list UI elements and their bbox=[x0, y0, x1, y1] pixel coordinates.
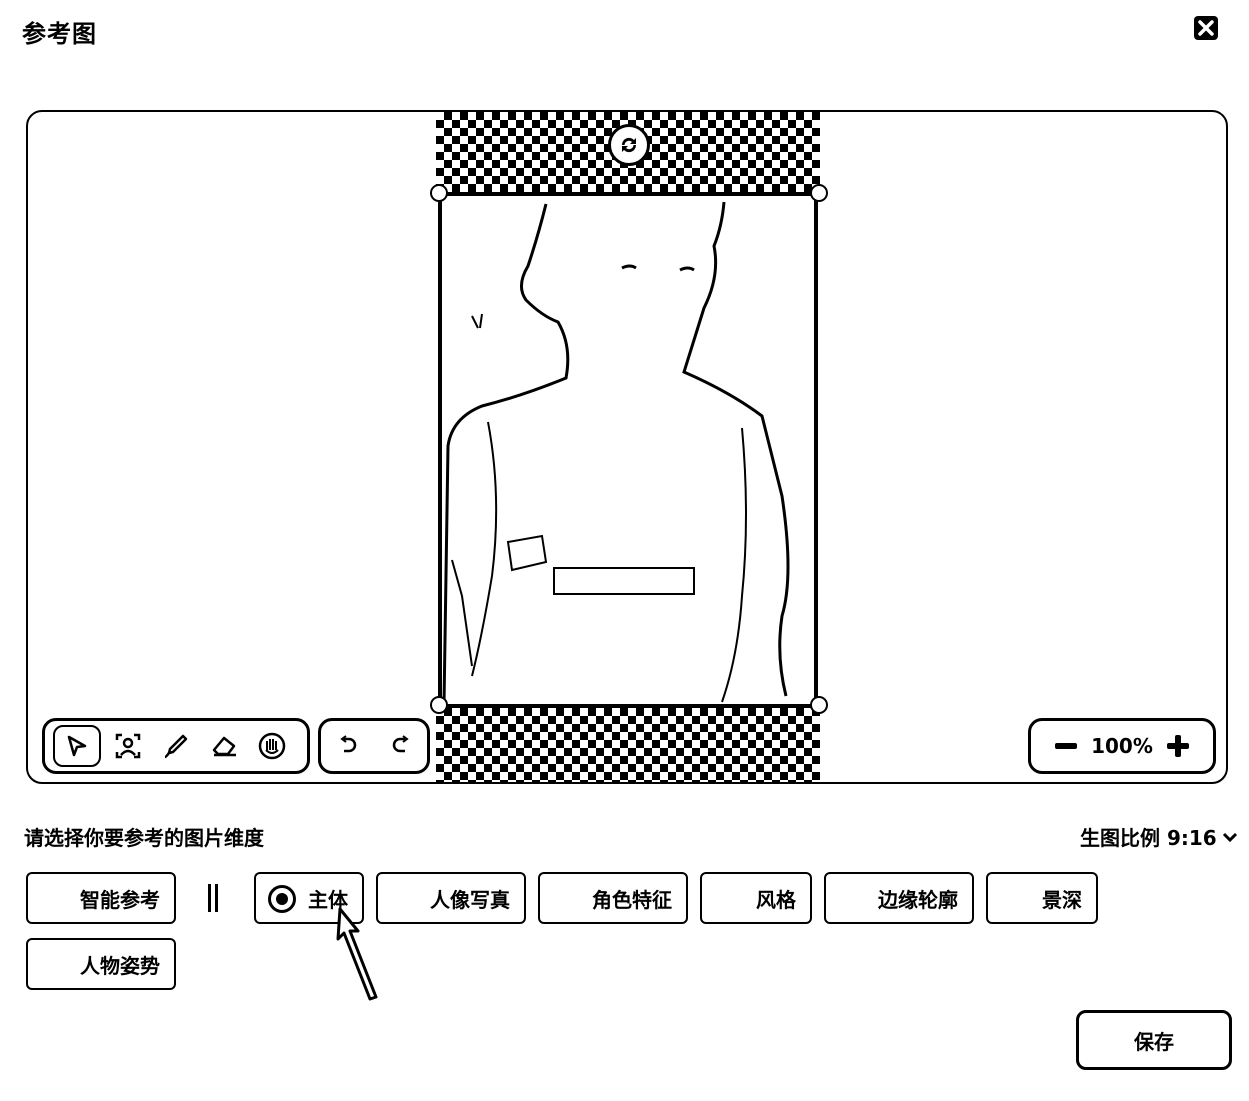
crop-handle-bottom-right[interactable] bbox=[810, 696, 828, 714]
chip-label: 边缘轮廓 bbox=[878, 887, 958, 912]
plus-icon bbox=[1166, 735, 1189, 757]
chip-depth-of-field[interactable]: 景深 bbox=[986, 872, 1098, 924]
dialog-title: 参考图 bbox=[22, 20, 97, 48]
chip-style[interactable]: 风格 bbox=[700, 872, 812, 924]
edit-toolbar bbox=[42, 718, 310, 774]
subject-select-icon bbox=[115, 733, 141, 759]
chip-character[interactable]: 角色特征 bbox=[538, 872, 688, 924]
minus-icon bbox=[1055, 743, 1077, 749]
zoom-control: 100% bbox=[1028, 718, 1216, 774]
aspect-ratio-label: 生图比例 9:16 bbox=[1080, 826, 1217, 850]
brush-tool-button[interactable] bbox=[155, 725, 197, 767]
save-button[interactable]: 保存 bbox=[1076, 1010, 1232, 1070]
crop-handle-top-left[interactable] bbox=[430, 184, 448, 202]
rotate-button[interactable] bbox=[608, 124, 650, 166]
history-toolbar bbox=[318, 718, 430, 774]
crop-handle-bottom-left[interactable] bbox=[430, 696, 448, 714]
chip-label: 人物姿势 bbox=[80, 953, 160, 978]
chip-label: 角色特征 bbox=[592, 887, 672, 912]
undo-button[interactable] bbox=[327, 725, 369, 767]
cursor-arrow-icon bbox=[336, 907, 378, 1001]
transparent-area-bottom bbox=[436, 708, 820, 782]
divider bbox=[208, 884, 218, 912]
chip-edge-outline[interactable]: 边缘轮廓 bbox=[824, 872, 974, 924]
image-canvas[interactable]: 100% bbox=[26, 110, 1228, 784]
subject-select-button[interactable] bbox=[107, 725, 149, 767]
hand-tool-button[interactable] bbox=[251, 725, 293, 767]
rotate-icon bbox=[621, 137, 637, 153]
brush-icon bbox=[164, 734, 188, 759]
redo-button[interactable] bbox=[380, 725, 422, 767]
pointer-icon bbox=[67, 735, 87, 757]
undo-icon bbox=[339, 735, 356, 753]
close-icon bbox=[1194, 16, 1218, 40]
eraser-icon bbox=[212, 736, 236, 757]
chip-label: 风格 bbox=[756, 887, 796, 912]
hand-icon bbox=[258, 732, 286, 760]
aspect-ratio-selector[interactable]: 生图比例 9:16 bbox=[1080, 822, 1239, 851]
chevron-down-icon bbox=[1222, 832, 1237, 842]
reference-image[interactable] bbox=[438, 192, 818, 708]
chip-smart-reference[interactable]: 智能参考 bbox=[26, 872, 176, 924]
redo-icon bbox=[392, 735, 409, 753]
person-illustration bbox=[442, 201, 790, 705]
zoom-in-button[interactable] bbox=[1157, 725, 1199, 767]
chip-label: 智能参考 bbox=[80, 887, 160, 912]
crop-handle-top-right[interactable] bbox=[810, 184, 828, 202]
eraser-tool-button[interactable] bbox=[203, 725, 245, 767]
close-button[interactable] bbox=[1192, 14, 1220, 42]
dimension-prompt: 请选择你要参考的图片维度 bbox=[24, 826, 264, 850]
chip-label: 景深 bbox=[1042, 887, 1082, 912]
pointer-tool-button[interactable] bbox=[53, 725, 101, 767]
zoom-out-button[interactable] bbox=[1045, 725, 1087, 767]
chip-portrait[interactable]: 人像写真 bbox=[376, 872, 526, 924]
radio-selected-icon bbox=[268, 885, 296, 913]
chip-label: 人像写真 bbox=[430, 887, 510, 912]
chip-pose[interactable]: 人物姿势 bbox=[26, 938, 176, 990]
zoom-level: 100% bbox=[1091, 734, 1153, 758]
